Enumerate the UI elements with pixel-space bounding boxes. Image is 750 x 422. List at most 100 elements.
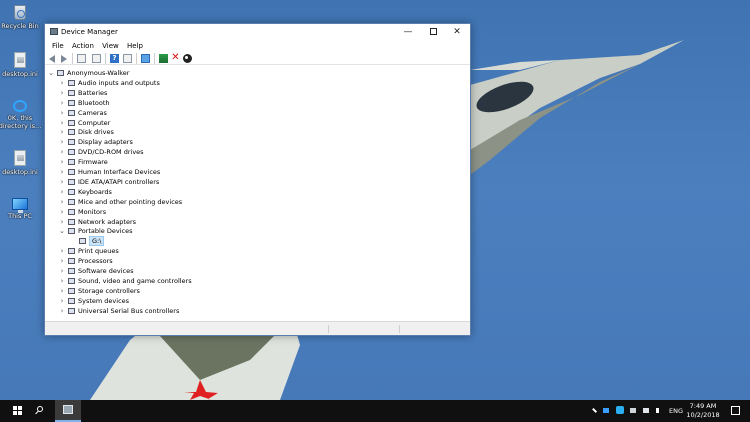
chevron-right-icon[interactable]: ›	[58, 187, 66, 197]
chevron-right-icon[interactable]: ›	[58, 276, 66, 286]
battery-icon[interactable]	[643, 408, 649, 413]
tree-item-label: Print queues	[78, 247, 119, 256]
desktop-icon-label: Recycle Bin	[1, 22, 39, 30]
chevron-right-icon[interactable]: ›	[58, 207, 66, 217]
chevron-right-icon[interactable]: ›	[58, 266, 66, 276]
help-icon[interactable]: ?	[110, 54, 119, 63]
tree-item-label: Keyboards	[78, 187, 112, 196]
status-bar-divider	[399, 325, 400, 333]
tree-item-label: Display adapters	[78, 138, 133, 147]
input-language-indicator[interactable]: ENG	[669, 407, 683, 415]
chevron-right-icon[interactable]: ›	[58, 147, 66, 157]
chevron-right-icon[interactable]: ›	[58, 217, 66, 227]
tree-item-label: IDE ATA/ATAPI controllers	[78, 177, 160, 186]
device-category-icon	[68, 248, 75, 255]
title-bar[interactable]: Device Manager — ✕	[45, 24, 470, 40]
chevron-right-icon[interactable]: ›	[58, 167, 66, 177]
tree-item-label: Universal Serial Bus controllers	[78, 306, 180, 315]
device-category-icon	[68, 287, 75, 294]
status-bar-divider	[328, 325, 329, 333]
toolbar-separator	[154, 53, 155, 64]
volume-icon[interactable]	[656, 408, 663, 413]
chevron-right-icon[interactable]: ›	[58, 256, 66, 266]
chevron-right-icon[interactable]: ›	[58, 78, 66, 88]
chevron-right-icon[interactable]: ›	[58, 118, 66, 128]
tree-item-label: Bluetooth	[78, 98, 110, 107]
menu-action[interactable]: Action	[69, 40, 97, 52]
taskbar: ENG 7:49 AM 10/2/2018	[0, 400, 750, 422]
chevron-right-icon[interactable]: ›	[58, 108, 66, 118]
chevron-right-icon[interactable]: ›	[58, 286, 66, 296]
chevron-right-icon[interactable]: ›	[58, 177, 66, 187]
device-category-icon	[68, 79, 75, 86]
action-center-icon[interactable]	[731, 406, 740, 415]
device-category-icon	[68, 119, 75, 126]
scan-hardware-changes-icon[interactable]	[141, 54, 150, 63]
close-button[interactable]: ✕	[445, 24, 469, 40]
minimize-button[interactable]: —	[396, 24, 420, 40]
device-category-icon	[68, 129, 75, 136]
clock[interactable]: 7:49 AM 10/2/2018	[684, 402, 722, 420]
properties-icon[interactable]	[92, 54, 101, 63]
chevron-right-icon[interactable]: ›	[58, 98, 66, 108]
chevron-right-icon[interactable]: ›	[58, 306, 66, 316]
menu-file[interactable]: File	[49, 40, 67, 52]
maximize-button[interactable]	[421, 24, 445, 40]
tree-item-label: Storage controllers	[78, 286, 140, 295]
update-driver-icon[interactable]	[159, 54, 168, 63]
chevron-down-icon[interactable]: ⌄	[58, 226, 66, 236]
device-category-icon	[68, 228, 75, 235]
device-manager-icon	[50, 28, 58, 35]
action-pane-icon[interactable]	[123, 54, 132, 63]
network-folder-icon[interactable]	[603, 408, 609, 413]
chevron-right-icon[interactable]: ›	[58, 296, 66, 306]
device-category-icon	[68, 139, 75, 146]
show-hide-console-tree-icon[interactable]	[77, 54, 86, 63]
forward-icon[interactable]	[61, 55, 67, 63]
desktop-icon-this-pc[interactable]: This PC	[0, 198, 43, 220]
device-category-icon	[68, 169, 75, 175]
desktop-icon-onedrive[interactable]: 0K, this directory is...	[0, 100, 43, 130]
chevron-right-icon[interactable]: ›	[58, 88, 66, 98]
desktop-icon-label: desktop.ini	[2, 168, 38, 176]
menu-help[interactable]: Help	[124, 40, 146, 52]
tree-item-label: Disk drives	[78, 128, 114, 137]
cortana-app-icon[interactable]	[616, 406, 624, 414]
file-icon	[14, 150, 26, 166]
toolbar: ? ✕	[45, 52, 470, 65]
desktop-icon-recycle-bin[interactable]: Recycle Bin	[0, 5, 43, 30]
chevron-right-icon[interactable]: ›	[58, 157, 66, 167]
tree-item-label: Anonymous-Walker	[67, 69, 130, 77]
onedrive-icon	[13, 100, 27, 112]
clock-time: 7:49 AM	[689, 402, 717, 410]
show-hidden-icons-icon[interactable]	[589, 407, 598, 416]
desktop-icon-desktop-ini-2[interactable]: desktop.ini	[0, 150, 43, 176]
device-category-icon	[68, 218, 75, 225]
device-icon[interactable]	[630, 408, 636, 413]
chevron-right-icon[interactable]: ›	[58, 137, 66, 147]
desktop-icon-label: This PC	[8, 212, 32, 220]
tree-item-label: Mice and other pointing devices	[78, 197, 183, 206]
device-category-icon	[68, 89, 75, 96]
chevron-right-icon[interactable]: ›	[58, 246, 66, 256]
tree-item-label: System devices	[78, 296, 130, 305]
disable-device-icon[interactable]	[183, 54, 192, 63]
chevron-right-icon[interactable]: ›	[58, 127, 66, 137]
uninstall-device-icon[interactable]: ✕	[171, 53, 180, 63]
tree-item-label: Cameras	[78, 108, 107, 117]
clock-date: 10/2/2018	[686, 411, 720, 419]
desktop-icon-label: 0K, this directory is...	[0, 114, 42, 130]
desktop-icon-desktop-ini[interactable]: desktop.ini	[0, 52, 43, 78]
device-category-icon	[68, 149, 75, 156]
chevron-right-icon[interactable]: ›	[58, 197, 66, 207]
tree-item-label: DVD/CD-ROM drives	[78, 148, 144, 157]
device-tree[interactable]: ⌄ Anonymous-Walker › Audio inputs and outpu…	[45, 66, 470, 322]
device-category-icon	[68, 159, 75, 166]
computer-icon	[57, 70, 64, 76]
back-icon[interactable]	[49, 55, 55, 63]
tree-item-label: Monitors	[78, 207, 107, 216]
desktop-icon-label: desktop.ini	[2, 70, 38, 78]
tree-item-label: Audio inputs and outputs	[78, 78, 160, 87]
menu-view[interactable]: View	[99, 40, 122, 52]
chevron-down-icon[interactable]: ⌄	[47, 68, 55, 78]
